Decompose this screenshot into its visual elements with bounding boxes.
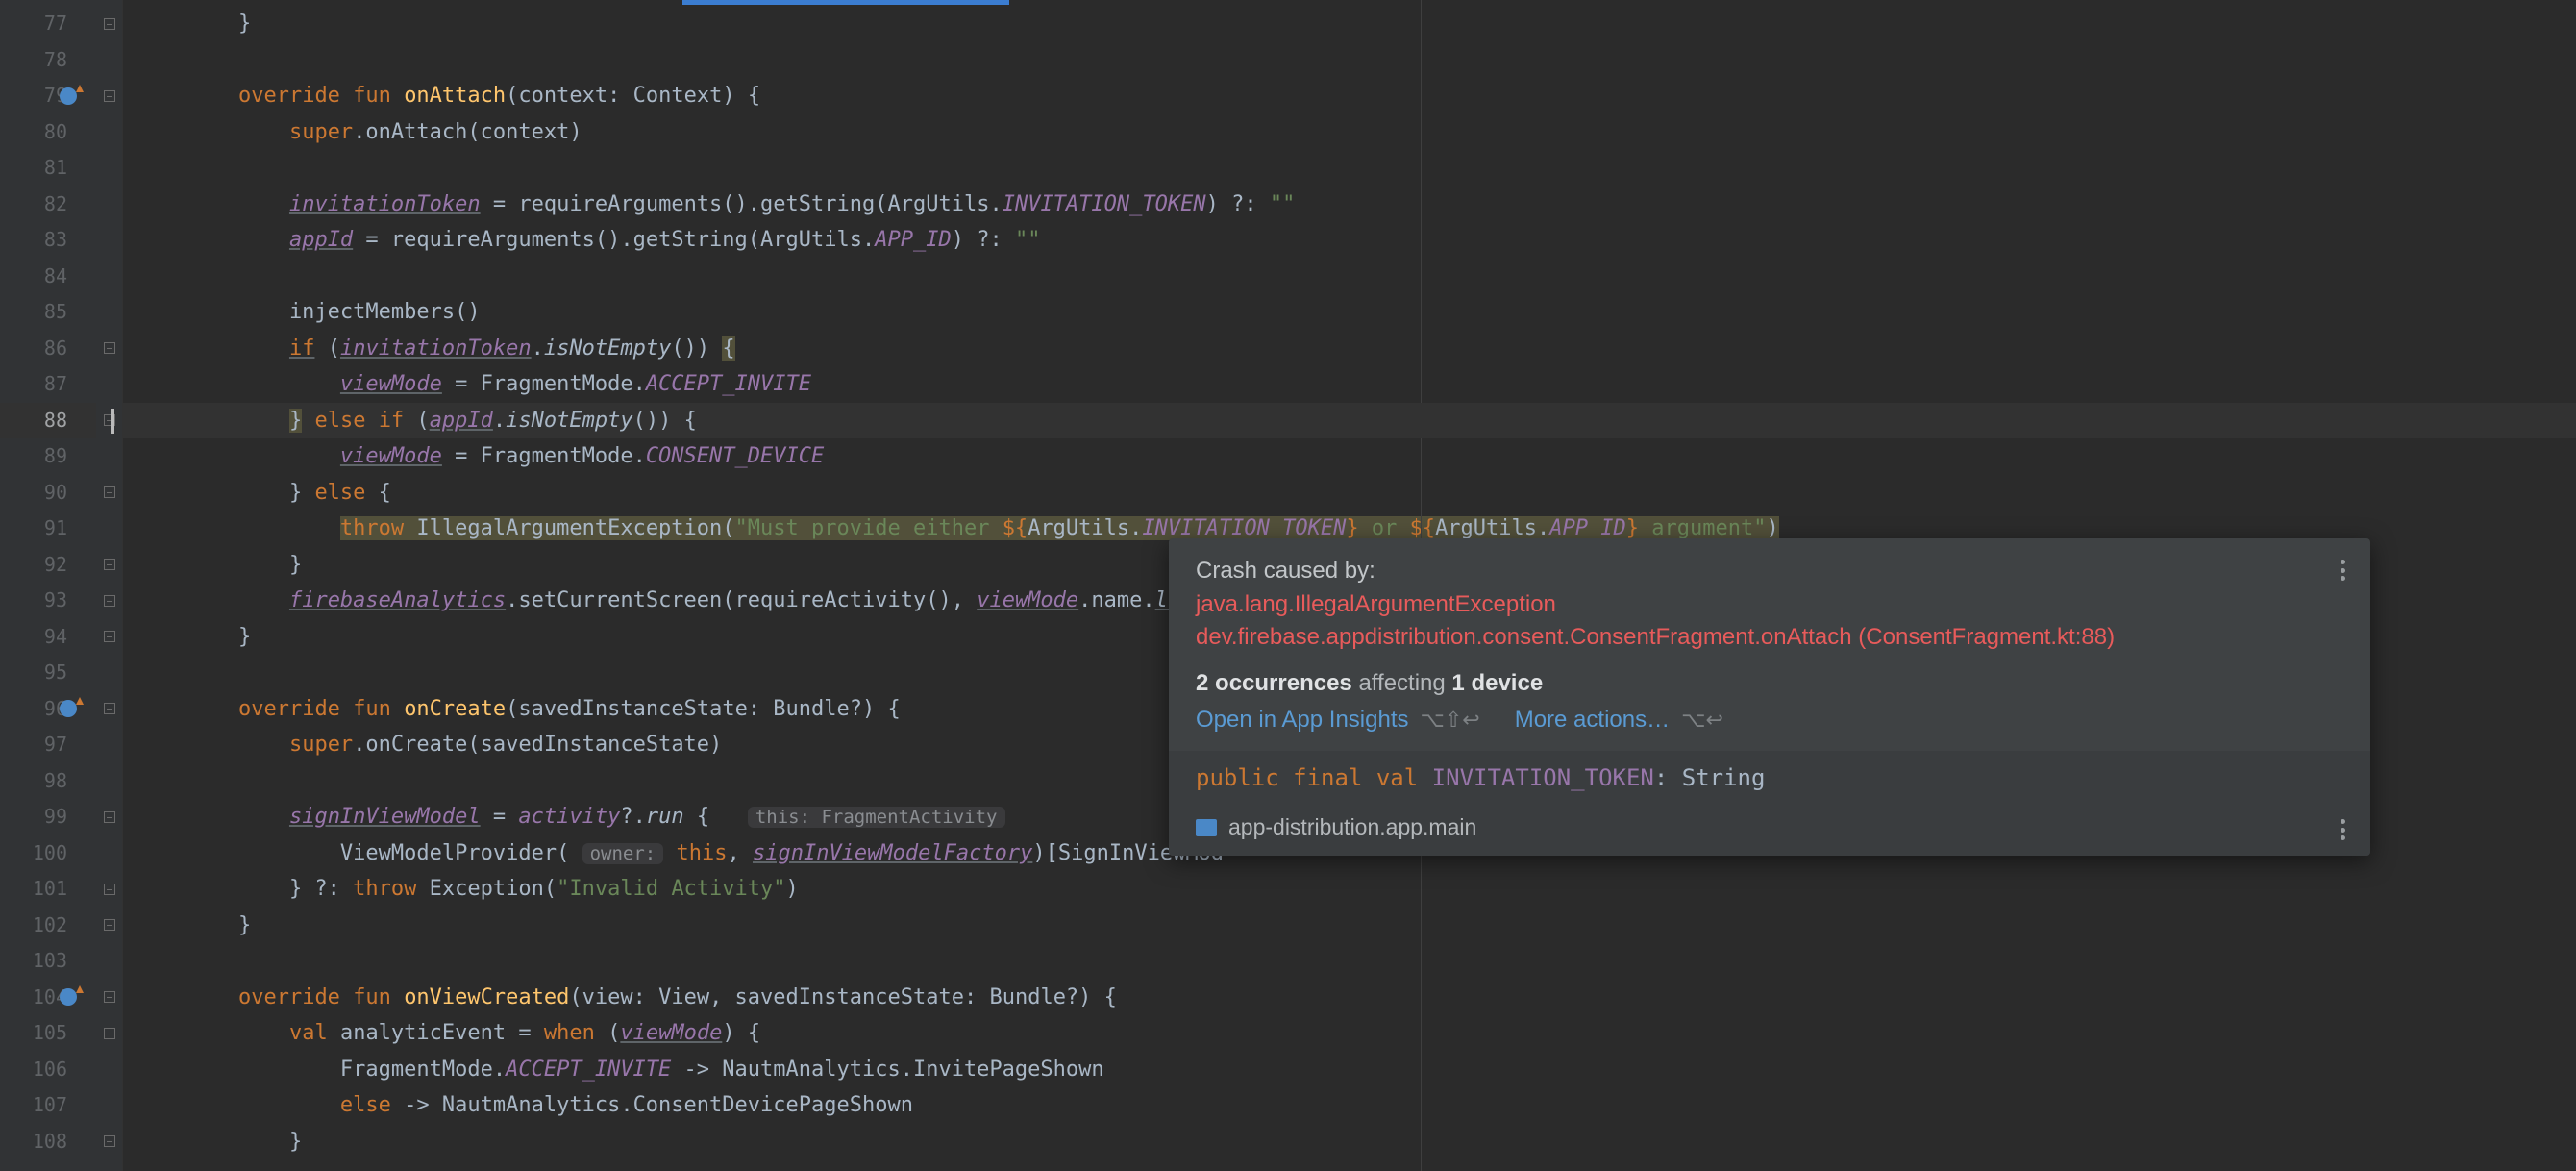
code-line[interactable]: val analyticEvent = when (viewMode) { <box>123 1015 2576 1052</box>
text-caret <box>111 409 114 434</box>
crash-insights-popup: Crash caused by: java.lang.IllegalArgume… <box>1169 538 2370 856</box>
line-number[interactable]: 89 <box>0 438 96 475</box>
fold-toggle-icon[interactable] <box>104 342 115 354</box>
code-line[interactable]: override fun onViewCreated(view: View, s… <box>123 980 2576 1016</box>
line-number[interactable]: 87 <box>0 366 96 403</box>
popup-stack-location[interactable]: dev.firebase.appdistribution.consent.Con… <box>1196 621 2343 654</box>
line-number[interactable]: 94 <box>0 619 96 656</box>
fold-toggle-icon[interactable] <box>104 703 115 714</box>
popup-title: Crash caused by: <box>1196 558 2343 585</box>
code-line[interactable]: viewMode = FragmentMode.CONSENT_DEVICE <box>123 438 2576 475</box>
code-line[interactable]: } <box>123 908 2576 944</box>
popup-exception: java.lang.IllegalArgumentException <box>1196 588 2343 621</box>
line-number[interactable]: 79 <box>0 78 96 114</box>
fold-toggle-icon[interactable] <box>104 884 115 895</box>
code-line[interactable]: viewMode = FragmentMode.ACCEPT_INVITE <box>123 366 2576 403</box>
line-number[interactable]: 99 <box>0 799 96 835</box>
line-number[interactable]: 86 <box>0 331 96 367</box>
override-gutter-icon[interactable] <box>60 988 77 1006</box>
code-line[interactable]: appId = requireArguments().getString(Arg… <box>123 222 2576 259</box>
line-number[interactable]: 107 <box>0 1087 96 1124</box>
popup-module-name: app-distribution.app.main <box>1228 814 1476 840</box>
fold-toggle-icon[interactable] <box>104 919 115 931</box>
line-number[interactable]: 80 <box>0 114 96 151</box>
gutter: 77 78 79 80 81 82 83 84 85 86 87 88 89 9… <box>0 0 96 1171</box>
line-number[interactable]: 98 <box>0 763 96 800</box>
line-number[interactable]: 88 <box>0 403 96 439</box>
inlay-hint: owner: <box>582 843 664 864</box>
fold-toggle-icon[interactable] <box>104 631 115 642</box>
code-line[interactable]: } <box>123 1124 2576 1160</box>
popup-stats: 2 occurrences affecting 1 device <box>1196 670 2343 697</box>
code-line[interactable] <box>123 259 2576 295</box>
fold-toggle-icon[interactable] <box>104 811 115 823</box>
code-line[interactable] <box>123 943 2576 980</box>
fold-toggle-icon[interactable] <box>104 1028 115 1039</box>
line-number[interactable]: 95 <box>0 655 96 691</box>
code-line[interactable]: override fun onAttach(context: Context) … <box>123 78 2576 114</box>
line-number[interactable]: 103 <box>0 943 96 980</box>
fold-column <box>96 0 123 1171</box>
line-number[interactable]: 91 <box>0 511 96 547</box>
code-line[interactable]: } else { <box>123 475 2576 511</box>
fold-toggle-icon[interactable] <box>104 90 115 102</box>
popup-module-row[interactable]: app-distribution.app.main <box>1169 805 2370 856</box>
fold-toggle-icon[interactable] <box>104 486 115 498</box>
fold-toggle-icon[interactable] <box>104 18 115 30</box>
line-number[interactable]: 105 <box>0 1015 96 1052</box>
code-line[interactable]: invitationToken = requireArguments().get… <box>123 187 2576 223</box>
line-number[interactable]: 108 <box>0 1124 96 1160</box>
line-number[interactable]: 82 <box>0 187 96 223</box>
line-number[interactable]: 85 <box>0 294 96 331</box>
line-number[interactable]: 81 <box>0 150 96 187</box>
popup-declaration: public final val INVITATION_TOKEN: Strin… <box>1169 751 2370 805</box>
fold-toggle-icon[interactable] <box>104 559 115 570</box>
line-number[interactable]: 92 <box>0 547 96 584</box>
keyboard-shortcut: ⌥⇧↩ <box>1420 708 1479 733</box>
line-number[interactable]: 102 <box>0 908 96 944</box>
inlay-hint: this: FragmentActivity <box>748 807 1005 828</box>
code-line[interactable]: } <box>123 6 2576 42</box>
popup-more-options-icon[interactable] <box>2332 560 2353 581</box>
line-number[interactable]: 84 <box>0 259 96 295</box>
line-number[interactable]: 104 <box>0 980 96 1016</box>
code-line-current[interactable]: } else if (appId.isNotEmpty()) { <box>123 403 2576 439</box>
line-number[interactable]: 96 <box>0 691 96 728</box>
code-line[interactable]: } ?: throw Exception("Invalid Activity") <box>123 871 2576 908</box>
code-line[interactable]: injectMembers() <box>123 294 2576 331</box>
code-line[interactable]: if (invitationToken.isNotEmpty()) { <box>123 331 2576 367</box>
line-number[interactable]: 97 <box>0 727 96 763</box>
code-line[interactable]: super.onAttach(context) <box>123 114 2576 151</box>
fold-toggle-icon[interactable] <box>104 595 115 607</box>
fold-toggle-icon[interactable] <box>104 1135 115 1147</box>
line-number[interactable]: 77 <box>0 6 96 42</box>
code-line[interactable]: else -> NautmAnalytics.ConsentDevicePage… <box>123 1087 2576 1124</box>
line-number[interactable]: 83 <box>0 222 96 259</box>
override-gutter-icon[interactable] <box>60 700 77 717</box>
code-line[interactable] <box>123 42 2576 79</box>
module-folder-icon <box>1196 819 1217 836</box>
popup-module-options-icon[interactable] <box>2332 819 2353 840</box>
keyboard-shortcut: ⌥↩ <box>1681 708 1723 733</box>
line-number[interactable]: 101 <box>0 871 96 908</box>
line-number[interactable]: 106 <box>0 1052 96 1088</box>
line-number[interactable]: 100 <box>0 835 96 872</box>
line-number[interactable]: 90 <box>0 475 96 511</box>
code-line[interactable]: FragmentMode.ACCEPT_INVITE -> NautmAnaly… <box>123 1052 2576 1088</box>
override-gutter-icon[interactable] <box>60 87 77 105</box>
fold-toggle-icon[interactable] <box>104 991 115 1003</box>
code-line[interactable] <box>123 150 2576 187</box>
code-editor: 77 78 79 80 81 82 83 84 85 86 87 88 89 9… <box>0 0 2576 1171</box>
more-actions-link[interactable]: More actions…⌥↩ <box>1515 707 1723 734</box>
open-in-app-insights-link[interactable]: Open in App Insights⌥⇧↩ <box>1196 707 1480 734</box>
line-number[interactable]: 78 <box>0 42 96 79</box>
line-number[interactable]: 93 <box>0 583 96 619</box>
